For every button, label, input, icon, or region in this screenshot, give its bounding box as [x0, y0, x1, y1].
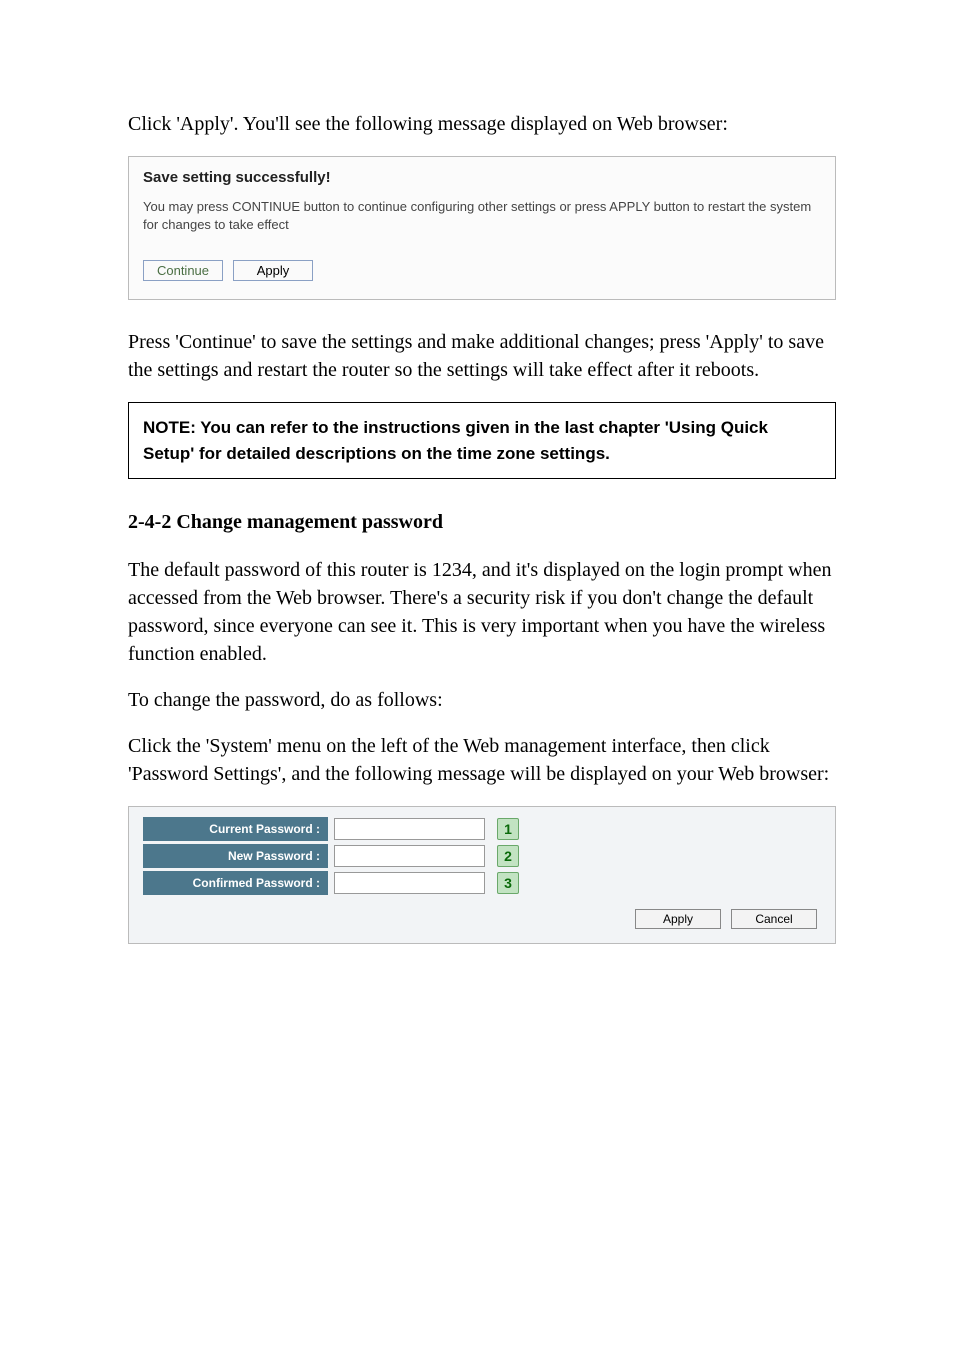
panel-description: You may press CONTINUE button to continu… — [143, 198, 821, 234]
section-para-3: Click the 'System' menu on the left of t… — [128, 732, 836, 788]
password-form-panel: Current Password : 1 New Password : 2 Co… — [128, 806, 836, 944]
label-confirmed-password: Confirmed Password : — [143, 871, 328, 895]
new-password-input[interactable] — [334, 845, 485, 867]
confirmed-password-input[interactable] — [334, 872, 485, 894]
section-heading: 2-4-2 Change management password — [128, 511, 836, 534]
label-new-password: New Password : — [143, 844, 328, 868]
form-row-confirmed-password: Confirmed Password : 3 — [143, 871, 821, 895]
current-password-input[interactable] — [334, 818, 485, 840]
form-cancel-button[interactable]: Cancel — [731, 909, 817, 929]
post-panel-text: Press 'Continue' to save the settings an… — [128, 328, 836, 384]
continue-button[interactable]: Continue — [143, 260, 223, 281]
save-success-panel: Save setting successfully! You may press… — [128, 156, 836, 300]
section-para-1: The default password of this router is 1… — [128, 556, 836, 668]
badge-1: 1 — [497, 818, 519, 840]
note-box: NOTE: You can refer to the instructions … — [128, 402, 836, 479]
panel-button-row: Continue Apply — [143, 260, 821, 281]
apply-button[interactable]: Apply — [233, 260, 313, 281]
form-row-current-password: Current Password : 1 — [143, 817, 821, 841]
form-apply-button[interactable]: Apply — [635, 909, 721, 929]
intro-text: Click 'Apply'. You'll see the following … — [128, 110, 836, 138]
field-confirmed-password: 3 — [328, 871, 821, 895]
badge-3: 3 — [497, 872, 519, 894]
field-current-password: 1 — [328, 817, 821, 841]
field-new-password: 2 — [328, 844, 821, 868]
form-row-new-password: New Password : 2 — [143, 844, 821, 868]
panel-heading: Save setting successfully! — [143, 169, 821, 186]
section-para-2: To change the password, do as follows: — [128, 686, 836, 714]
badge-2: 2 — [497, 845, 519, 867]
label-current-password: Current Password : — [143, 817, 328, 841]
form-button-row: Apply Cancel — [143, 909, 821, 929]
